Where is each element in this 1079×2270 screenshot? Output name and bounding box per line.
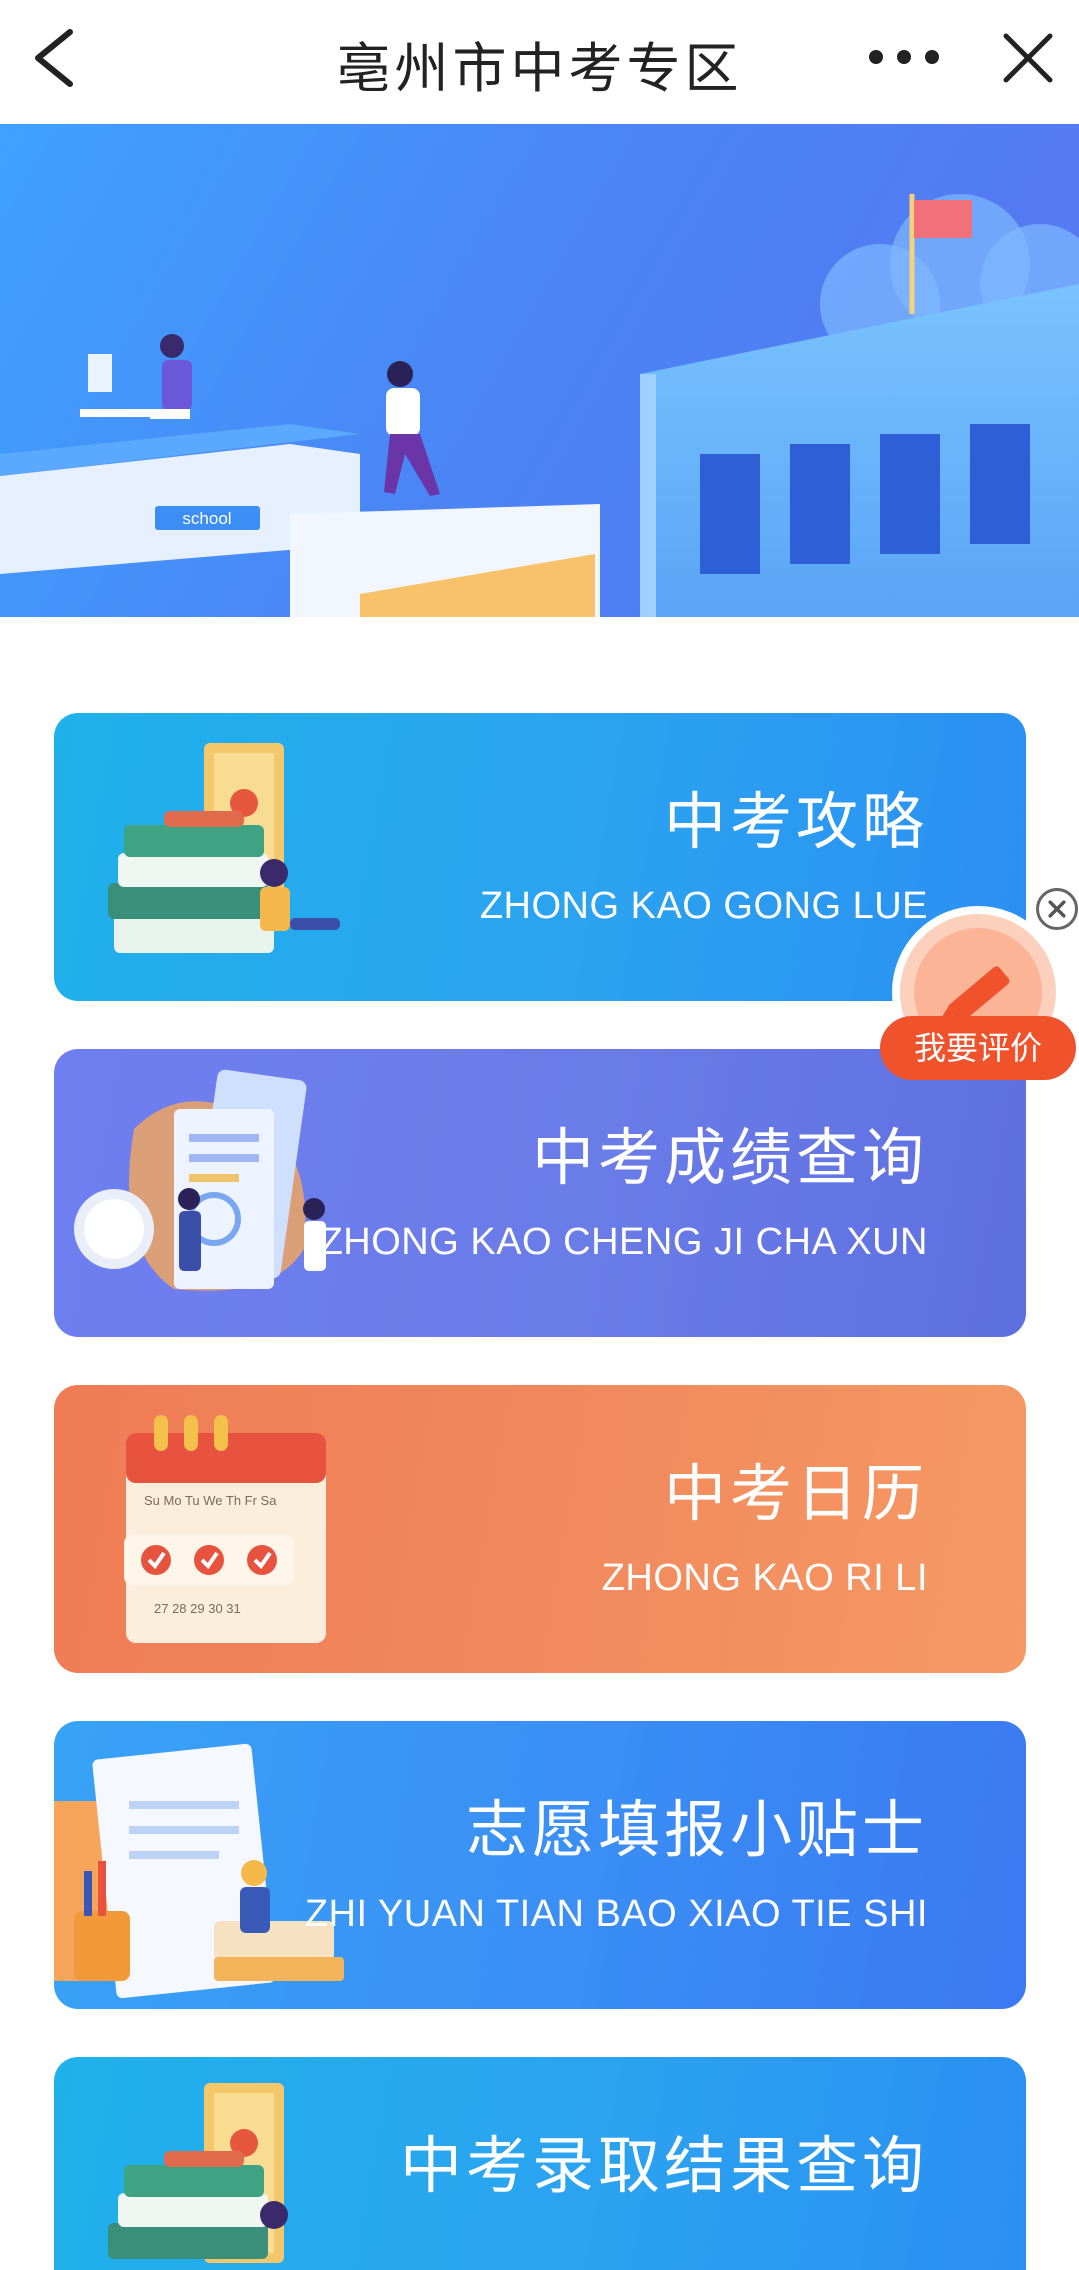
card-subtitle: ZHONG KAO RI LI — [601, 1557, 928, 1599]
card-subtitle: ZHONG KAO CHENG JI CHA XUN — [319, 1221, 928, 1263]
banner-illustration: school — [0, 194, 1079, 617]
card-title: 中考攻略 — [663, 785, 928, 858]
card-score-query[interactable]: 中考成绩查询 ZHONG KAO CHENG JI CHA XUN — [54, 1049, 1026, 1337]
books-reading-illustration — [108, 743, 340, 953]
card-title: 中考录取结果查询 — [399, 2129, 928, 2202]
top-nav-bar: 亳州市中考专区 — [0, 0, 1079, 124]
hero-banner: school — [0, 124, 1079, 617]
school-sign: school — [182, 509, 231, 528]
card-subtitle: ZHI YUAN TIAN BAO XIAO TIE SHI — [304, 1893, 928, 1935]
card-admission-result-query[interactable]: 中考录取结果查询 — [54, 2057, 1026, 2270]
more-horizontal-icon[interactable] — [866, 44, 942, 70]
svg-text:Su Mo Tu We Th Fr Sa: Su Mo Tu We Th Fr Sa — [144, 1493, 277, 1508]
review-label[interactable]: 我要评价 — [880, 1016, 1076, 1080]
svg-text:27 28 29 30 31: 27 28 29 30 31 — [154, 1601, 241, 1616]
card-title: 中考成绩查询 — [531, 1121, 928, 1194]
card-application-tips[interactable]: 志愿填报小贴士 ZHI YUAN TIAN BAO XIAO TIE SHI — [54, 1721, 1026, 2009]
application-form-illustration — [54, 1743, 344, 1999]
card-subtitle: ZHONG KAO GONG LUE — [479, 885, 928, 927]
calendar-illustration: Su Mo Tu We Th Fr Sa 27 28 29 30 31 — [124, 1415, 326, 1643]
card-zhongkao-calendar[interactable]: Su Mo Tu We Th Fr Sa 27 28 29 30 31 中考日历… — [54, 1385, 1026, 1673]
books-reading-illustration — [108, 2083, 288, 2263]
document-search-illustration — [74, 1069, 326, 1291]
close-circle-icon[interactable] — [1036, 888, 1078, 930]
card-title: 志愿填报小贴士 — [465, 1793, 928, 1866]
card-title: 中考日历 — [663, 1457, 928, 1530]
close-icon[interactable] — [1000, 30, 1056, 86]
